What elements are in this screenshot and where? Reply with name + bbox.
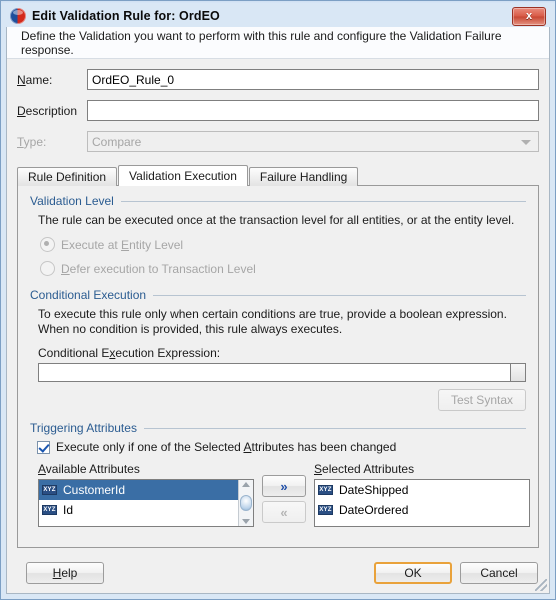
dialog-body: Name: Description Type: Compare Rule Def… — [7, 69, 549, 548]
name-row: Name: — [17, 69, 539, 90]
description-label: Description — [17, 103, 78, 118]
type-combo-value: Compare — [92, 134, 142, 149]
expression-field-group — [38, 363, 526, 382]
available-attributes-caption: Available Attributes — [38, 462, 140, 476]
test-syntax-row: Test Syntax — [30, 389, 526, 411]
available-attributes-items: XYZ CustomerId XYZ Id — [39, 480, 238, 526]
list-item[interactable]: XYZ CustomerId — [39, 480, 238, 500]
expression-input[interactable] — [38, 363, 510, 382]
radio-execute-at-entity-level[interactable]: Execute at Entity Level — [40, 237, 526, 252]
scroll-up-icon[interactable] — [242, 482, 250, 487]
expression-label: Conditional Execution Expression: — [38, 346, 221, 360]
oracle-jdeveloper-icon — [10, 8, 26, 24]
group-divider — [143, 427, 526, 429]
radio-label-entity-level: Execute at Entity Level — [61, 237, 184, 252]
selected-attributes-caption: Selected Attributes — [314, 462, 415, 476]
transfer-buttons-column: » « — [262, 462, 306, 527]
selected-attributes-column: Selected Attributes XYZ DateShipped XYZ … — [314, 462, 530, 527]
group-divider — [120, 200, 526, 202]
resize-grip-icon[interactable] — [535, 579, 547, 591]
chevron-right-double-icon: » — [280, 478, 288, 494]
type-combo: Compare — [87, 131, 539, 152]
list-item[interactable]: XYZ DateShipped — [315, 480, 529, 500]
xyz-attribute-icon: XYZ — [42, 485, 57, 495]
cancel-label: Cancel — [480, 566, 518, 580]
dialog-description: Define the Validation you want to perfor… — [21, 28, 502, 57]
name-label: Name: — [17, 72, 53, 87]
tab-rule-definition[interactable]: Rule Definition — [17, 167, 118, 186]
close-button[interactable]: x — [512, 7, 546, 26]
list-item-label: Id — [63, 503, 74, 517]
xyz-attribute-icon: XYZ — [42, 505, 57, 515]
chevron-down-icon — [521, 139, 531, 145]
attribute-transfer-panel: Available Attributes XYZ CustomerId XYZ … — [38, 462, 530, 527]
description-row: Description — [17, 100, 539, 121]
validation-level-group-header: Validation Level — [30, 194, 526, 208]
dialog-button-bar: Help OK Cancel — [7, 553, 549, 593]
ok-label: OK — [404, 566, 422, 580]
chevron-left-double-icon: « — [280, 504, 288, 520]
validation-level-description: The rule can be executed once at the tra… — [38, 213, 515, 227]
list-item[interactable]: XYZ Id — [39, 500, 238, 520]
list-item-label: CustomerId — [63, 483, 126, 497]
radio-icon-transaction-level — [40, 261, 55, 276]
radio-label-transaction-level: Defer execution to Transaction Level — [61, 261, 256, 276]
triggering-attributes-group-header: Triggering Attributes — [30, 421, 526, 435]
close-icon: x — [525, 10, 533, 22]
conditional-execution-description: To execute this rule only when certain c… — [38, 307, 507, 336]
conditional-execution-title: Conditional Execution — [30, 288, 147, 302]
description-input[interactable] — [87, 100, 539, 121]
tab-failure-handling[interactable]: Failure Handling — [248, 167, 359, 186]
conditional-execution-group-header: Conditional Execution — [30, 288, 526, 302]
list-item[interactable]: XYZ DateOrdered — [315, 500, 529, 520]
cancel-button[interactable]: Cancel — [460, 562, 538, 584]
radio-icon-entity-level — [40, 237, 55, 252]
scrollbar-thumb[interactable] — [240, 495, 252, 511]
list-item-label: DateShipped — [339, 483, 409, 497]
title-bar: Edit Validation Rule for: OrdEO x — [6, 5, 550, 27]
tab-validation-execution[interactable]: Validation Execution — [118, 165, 248, 186]
help-button[interactable]: Help — [26, 562, 104, 584]
test-syntax-label: Test Syntax — [450, 393, 513, 407]
window-title: Edit Validation Rule for: OrdEO — [32, 9, 220, 23]
dialog-client-area: Define the Validation you want to perfor… — [6, 27, 550, 594]
available-attributes-column: Available Attributes XYZ CustomerId XYZ … — [38, 462, 254, 527]
tab-panel-validation-execution: Validation Level The rule can be execute… — [17, 185, 539, 548]
validation-level-title: Validation Level — [30, 194, 114, 208]
type-row: Type: Compare — [17, 131, 539, 152]
remove-attribute-button[interactable]: « — [262, 501, 306, 523]
help-label: Help — [52, 566, 78, 580]
triggering-attributes-title: Triggering Attributes — [30, 421, 137, 435]
list-item-label: DateOrdered — [339, 503, 409, 517]
checkbox-label-execute-only-if-changed: Execute only if one of the Selected Attr… — [56, 440, 397, 454]
expression-editor-button[interactable] — [510, 363, 526, 382]
selected-attributes-listbox[interactable]: XYZ DateShipped XYZ DateOrdered — [314, 479, 530, 527]
scroll-down-icon[interactable] — [242, 519, 250, 524]
available-attributes-scrollbar[interactable] — [238, 480, 253, 526]
checkbox-icon-execute-only-if-changed — [37, 440, 50, 454]
name-input[interactable] — [87, 69, 539, 90]
xyz-attribute-icon: XYZ — [318, 505, 333, 515]
xyz-attribute-icon: XYZ — [318, 485, 333, 495]
available-attributes-listbox[interactable]: XYZ CustomerId XYZ Id — [38, 479, 254, 527]
group-divider — [153, 294, 526, 296]
type-label: Type: — [17, 134, 47, 149]
tab-strip: Rule Definition Validation Execution Fai… — [17, 165, 539, 186]
execute-only-if-changed-checkbox-row[interactable]: Execute only if one of the Selected Attr… — [37, 440, 526, 454]
dialog-header-band: Define the Validation you want to perfor… — [7, 27, 549, 59]
ok-button[interactable]: OK — [374, 562, 452, 584]
selected-attributes-items: XYZ DateShipped XYZ DateOrdered — [315, 480, 529, 526]
test-syntax-button[interactable]: Test Syntax — [437, 389, 526, 411]
add-attribute-button[interactable]: » — [262, 475, 306, 497]
radio-defer-to-transaction-level[interactable]: Defer execution to Transaction Level — [40, 261, 526, 276]
dialog-window: Edit Validation Rule for: OrdEO x Define… — [0, 0, 556, 600]
